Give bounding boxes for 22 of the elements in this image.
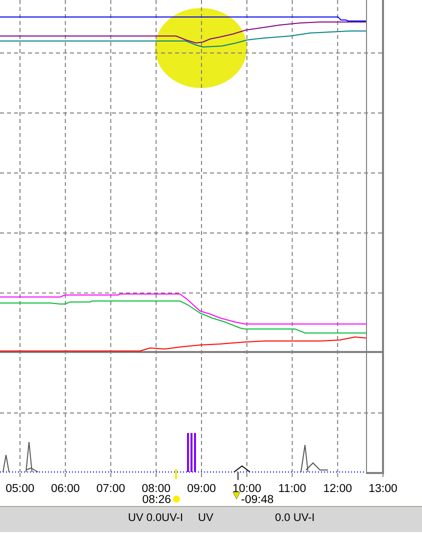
axis-tick-label: 06:00 [50, 483, 80, 495]
sun-icon [173, 496, 180, 502]
status-text: 0.0 UV-I [275, 512, 315, 524]
axis-tick-label: 10:00 [232, 483, 262, 495]
peak-marker [234, 465, 250, 472]
axis-tick-label: 09:00 [187, 483, 216, 495]
axis-tick-label: 08:00 [142, 483, 171, 495]
axis-tick-label: 07:00 [96, 483, 126, 495]
status-text: UV 0.0UV-I [128, 512, 184, 524]
peak-marker [26, 442, 38, 472]
sunset-icon [232, 492, 240, 500]
axis-tick-label: 13:00 [368, 483, 398, 495]
sunset-time: -09:48 [241, 494, 274, 506]
axis-tick-label: 11:00 [278, 483, 306, 495]
axis-tick-label: 12:00 [323, 483, 352, 495]
status-text: UV [198, 512, 214, 524]
peak-marker [300, 444, 328, 472]
sunrise-marker [175, 469, 177, 479]
sunset-marker [237, 472, 239, 480]
peak-marker [2, 454, 10, 472]
axis-tick-label: 05:00 [6, 483, 34, 495]
sunrise-time: 08:26 [142, 494, 171, 506]
